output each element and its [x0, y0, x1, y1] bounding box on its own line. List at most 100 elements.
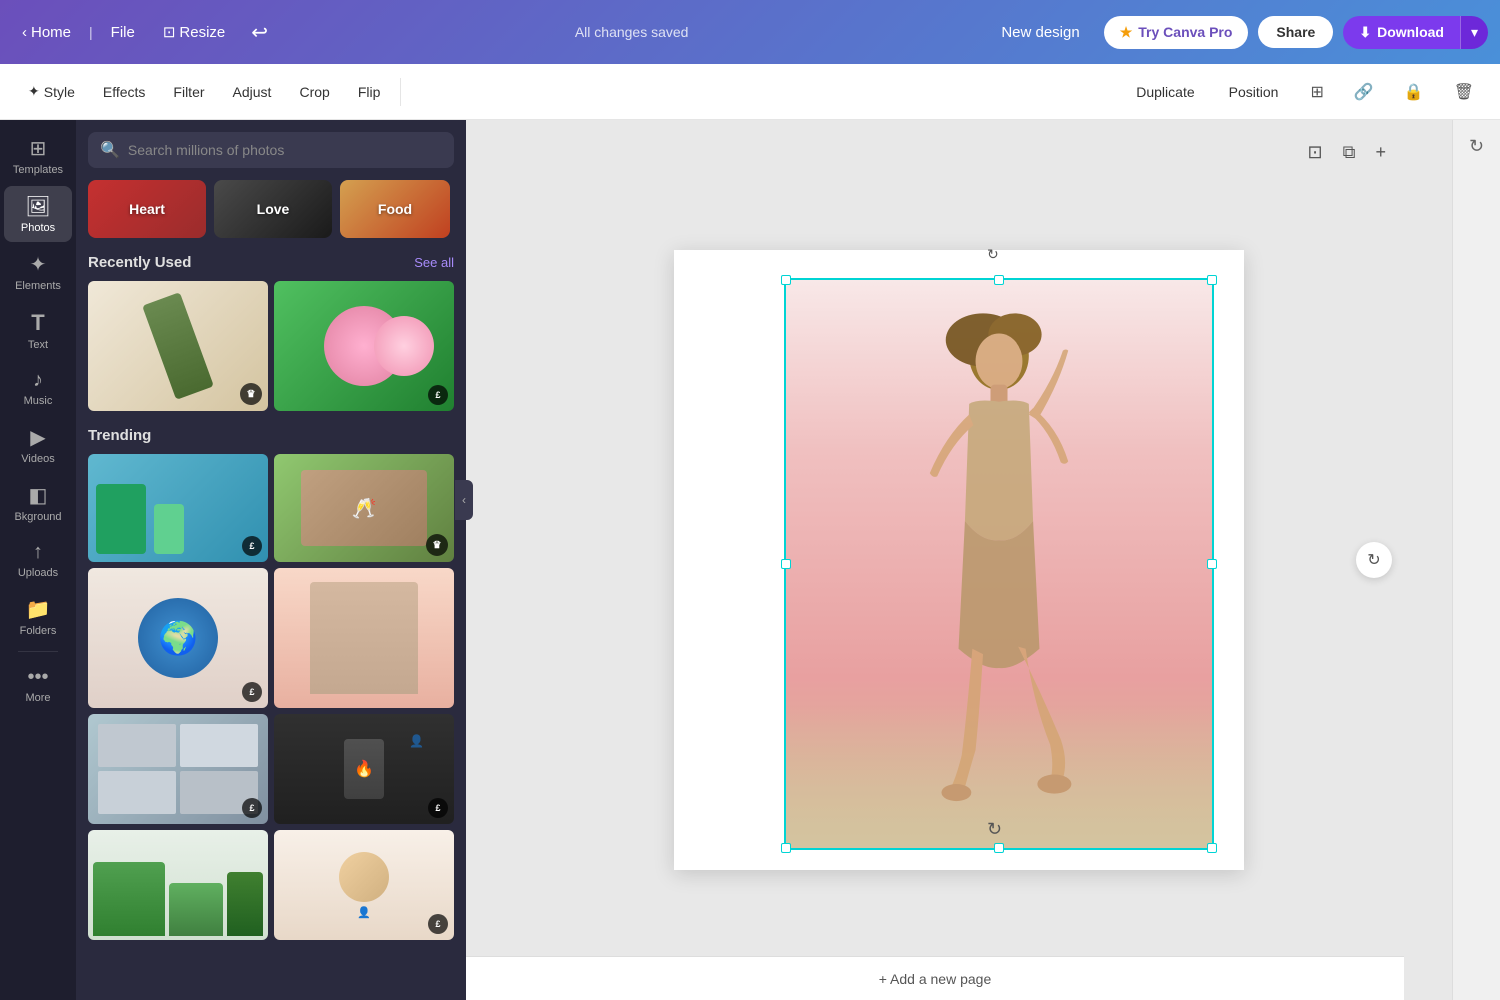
recent-photo-2[interactable]: £ — [274, 281, 454, 411]
add-page-label: + Add a new page — [879, 971, 992, 987]
style-label: Style — [44, 84, 75, 100]
handle-middle-left[interactable] — [781, 559, 791, 569]
handle-bottom-left[interactable] — [781, 843, 791, 853]
videos-icon: ▶ — [30, 425, 45, 450]
search-icon: 🔍 — [100, 140, 120, 160]
position-button[interactable]: Position — [1217, 78, 1291, 106]
rotate-handle-bottom[interactable]: ↻ — [987, 819, 1002, 840]
handle-middle-right[interactable] — [1207, 559, 1217, 569]
flip-button[interactable]: Flip — [346, 78, 393, 106]
canvas-duplicate-button[interactable]: ⧉ — [1337, 136, 1362, 169]
photos-panel: 🔍 Heart Love Food › Recently Use — [76, 120, 466, 1000]
main-layout: ⊞ Templates 🖼 Photos ✦ Elements T Text ♪… — [0, 120, 1500, 1000]
trending-photo-3[interactable]: 🌍 £ — [88, 568, 268, 708]
more-icon: ••• — [27, 666, 48, 689]
text-label: Text — [28, 339, 48, 351]
resize-label: Resize — [179, 24, 225, 41]
sidebar-item-more[interactable]: ••• More — [4, 658, 72, 712]
home-button[interactable]: ‹ Home — [12, 18, 81, 47]
uploads-label: Uploads — [18, 567, 58, 579]
trending-photo-7[interactable] — [88, 830, 268, 940]
rotate-icon-top[interactable]: ↻ — [987, 246, 999, 263]
recent-photo-1[interactable]: ♛ — [88, 281, 268, 411]
photos-label: Photos — [21, 222, 55, 234]
pro-badge-t6: £ — [428, 798, 448, 818]
try-pro-button[interactable]: ★ Try Canva Pro — [1104, 16, 1249, 49]
download-dropdown-button[interactable]: ▾ — [1460, 16, 1488, 49]
recently-used-header: Recently Used See all — [88, 254, 454, 271]
sidebar-item-elements[interactable]: ✦ Elements — [4, 244, 72, 300]
crop-button[interactable]: Crop — [287, 78, 341, 106]
new-design-button[interactable]: New design — [987, 16, 1093, 49]
trending-photo-5[interactable]: £ — [88, 714, 268, 824]
resize-icon: ⊡ — [163, 23, 176, 41]
canvas-top-buttons: ⊡ ⧉ + — [1302, 136, 1392, 169]
music-icon: ♪ — [33, 369, 43, 392]
trending-photo-1[interactable]: £ — [88, 454, 268, 562]
adjust-button[interactable]: Adjust — [221, 78, 284, 106]
sidebar-item-folders[interactable]: 📁 Folders — [4, 589, 72, 645]
recently-used-title: Recently Used — [88, 254, 191, 271]
right-panel: ↻ — [1452, 120, 1500, 1000]
resize-button[interactable]: ⊡ Resize — [153, 17, 235, 47]
trending-photo-6[interactable]: 🔥 👤 £ — [274, 714, 454, 824]
duplicate-button[interactable]: Duplicate — [1124, 78, 1206, 106]
selected-image-container[interactable]: ↻ — [784, 278, 1214, 850]
background-icon: ◧ — [29, 483, 48, 508]
category-chip-love[interactable]: Love — [214, 180, 332, 238]
trending-header: Trending — [88, 427, 454, 444]
grid-view-button[interactable]: ⊞ — [1300, 76, 1333, 108]
file-menu[interactable]: File — [101, 18, 145, 47]
style-button[interactable]: ✦ Style — [16, 77, 87, 106]
trending-photo-4[interactable] — [274, 568, 454, 708]
text-icon: T — [31, 310, 44, 336]
canvas-add-button[interactable]: + — [1369, 136, 1392, 169]
trending-photo-8[interactable]: 👤 £ — [274, 830, 454, 940]
lock-button[interactable]: 🔒 — [1394, 76, 1434, 108]
delete-button[interactable]: 🗑 — [1444, 76, 1484, 108]
handle-bottom-right[interactable] — [1207, 843, 1217, 853]
search-input[interactable] — [128, 142, 442, 158]
handle-top-center[interactable] — [994, 275, 1004, 285]
category-chip-heart[interactable]: Heart — [88, 180, 206, 238]
right-refresh-icon[interactable]: ↻ — [1461, 128, 1492, 165]
download-icon: ⬇ — [1359, 24, 1371, 41]
handle-bottom-center[interactable] — [994, 843, 1004, 853]
sidebar-item-background[interactable]: ◧ Bkground — [4, 475, 72, 531]
effects-button[interactable]: Effects — [91, 78, 158, 106]
share-button[interactable]: Share — [1258, 16, 1333, 48]
add-page-bar[interactable]: + Add a new page — [466, 956, 1404, 1000]
sidebar-item-text[interactable]: T Text — [4, 302, 72, 359]
chip-food-overlay: Food — [340, 180, 450, 238]
folders-icon: 📁 — [26, 597, 51, 622]
handle-top-left[interactable] — [781, 275, 791, 285]
sidebar-item-photos[interactable]: 🖼 Photos — [4, 186, 72, 242]
link-button[interactable]: 🔗 — [1344, 76, 1384, 108]
sparkle-icon: ✦ — [28, 83, 40, 100]
canvas-refresh-button[interactable]: ↻ — [1356, 542, 1392, 578]
background-label: Bkground — [14, 511, 61, 523]
undo-button[interactable]: ↩ — [243, 16, 276, 49]
sidebar-item-music[interactable]: ♪ Music — [4, 361, 72, 415]
templates-icon: ⊞ — [30, 136, 47, 161]
chip-food-label: Food — [378, 201, 412, 217]
sidebar-item-uploads[interactable]: ↑ Uploads — [4, 533, 72, 587]
pro-badge-t8: £ — [428, 914, 448, 934]
uploads-icon: ↑ — [33, 541, 43, 564]
sidebar-item-templates[interactable]: ⊞ Templates — [4, 128, 72, 184]
music-label: Music — [24, 395, 53, 407]
filter-button[interactable]: Filter — [161, 78, 216, 106]
canvas-expand-button[interactable]: ⊡ — [1302, 136, 1329, 169]
category-chip-food[interactable]: Food — [340, 180, 450, 238]
hide-panel-button[interactable]: ‹ — [455, 480, 473, 520]
trending-photo-2[interactable]: 🥂 ♛ — [274, 454, 454, 562]
crown-icon: ★ — [1120, 24, 1133, 41]
pro-badge-t1: £ — [242, 536, 262, 556]
see-all-button[interactable]: See all — [414, 255, 454, 270]
pro-badge-t5: £ — [242, 798, 262, 818]
canvas-area: ↻ ↻ + Add a new page ↻ ⊡ ⧉ + — [466, 120, 1452, 1000]
sidebar-item-videos[interactable]: ▶ Videos — [4, 417, 72, 473]
download-button[interactable]: ⬇ Download — [1343, 16, 1460, 49]
photos-icon: 🖼 — [25, 194, 50, 219]
handle-top-right[interactable] — [1207, 275, 1217, 285]
